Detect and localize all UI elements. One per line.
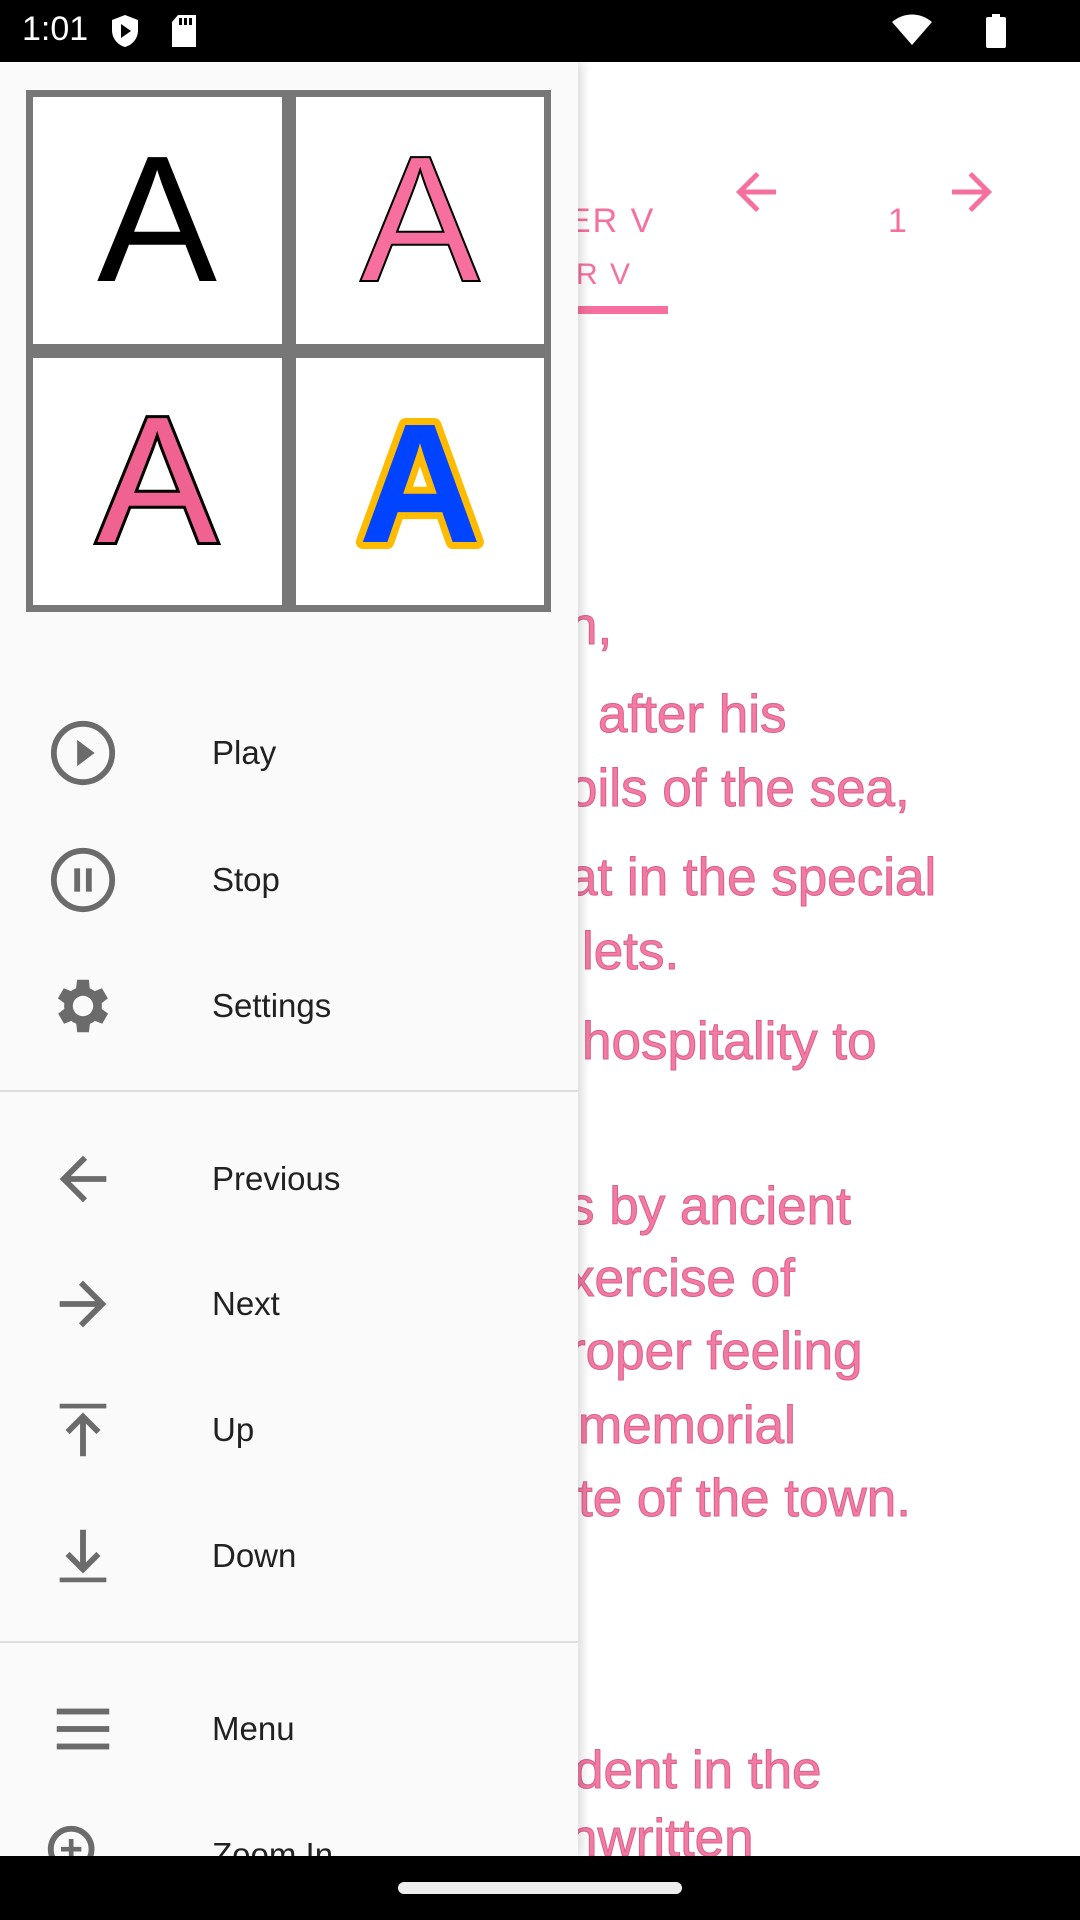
text-line: s by ancient <box>568 1177 851 1237</box>
sd-card-icon <box>172 15 196 47</box>
previous-page-button[interactable] <box>726 162 786 222</box>
pause-circle-icon <box>50 847 116 913</box>
menu-item-label: Down <box>212 1537 297 1574</box>
status-bar: 1:01 <box>0 0 1080 62</box>
play-circle-icon <box>50 720 116 786</box>
menu-icon <box>56 1708 110 1750</box>
logo-letter-blue-yellow: A <box>351 392 488 572</box>
logo-letter-pink-outline: A <box>359 131 481 311</box>
text-line: n, <box>568 597 613 657</box>
svg-text:A: A <box>97 131 217 311</box>
text-line: lets. <box>582 922 680 982</box>
menu-item-label: Next <box>212 1285 280 1322</box>
menu-item-stop[interactable]: Stop <box>0 820 578 940</box>
menu-item-label: Settings <box>212 987 332 1024</box>
next-page-button[interactable] <box>942 162 1002 222</box>
system-navigation-bar <box>0 1856 1080 1920</box>
text-line: at in the special <box>568 848 937 908</box>
menu-item-label: Previous <box>212 1160 341 1197</box>
svg-text:A: A <box>97 392 217 572</box>
menu-item-label: Up <box>212 1411 255 1448</box>
logo-letter-black: A <box>97 131 217 311</box>
divider <box>0 1641 578 1643</box>
menu-item-label: Stop <box>212 861 280 898</box>
text-line: dent in the <box>574 1741 822 1801</box>
menu-item-zoom-in[interactable]: Zoom In <box>0 1795 578 1856</box>
svg-text:A: A <box>358 392 481 572</box>
arrow-up-to-top-icon <box>59 1403 107 1457</box>
menu-item-down[interactable]: Down <box>0 1496 578 1616</box>
navigation-drawer: A A A A Play Stop Settings Previous Next… <box>0 62 578 1856</box>
text-line: roper feeling <box>568 1322 863 1382</box>
text-line: te of the town. <box>578 1469 911 1529</box>
gear-icon <box>57 979 109 1033</box>
app-logo: A A A A <box>26 90 551 612</box>
divider <box>0 1090 578 1092</box>
arrow-down-to-bottom-icon <box>59 1529 107 1583</box>
home-gesture-handle[interactable] <box>398 1882 682 1894</box>
menu-item-label: Menu <box>212 1710 295 1747</box>
text-line: oils of the sea, <box>568 759 910 819</box>
wifi-icon <box>892 14 932 45</box>
text-line: after his <box>598 685 787 745</box>
arrow-left-icon <box>59 1155 107 1203</box>
menu-item-settings[interactable]: Settings <box>0 946 578 1066</box>
menu-item-menu[interactable]: Menu <box>0 1669 578 1789</box>
menu-item-play[interactable]: Play <box>0 693 578 813</box>
text-line: memorial <box>578 1396 796 1456</box>
svg-text:A: A <box>360 131 480 311</box>
play-protect-icon <box>112 15 138 47</box>
battery-icon <box>986 14 1006 48</box>
tab-chapter[interactable]: ER V <box>568 202 655 241</box>
menu-item-up[interactable]: Up <box>0 1370 578 1490</box>
clock: 1:01 <box>22 10 89 48</box>
zoom-in-icon <box>47 1825 95 1856</box>
logo-letter-pink-bold-outline: A <box>94 392 220 572</box>
tab-page-number[interactable]: 1 <box>888 202 909 241</box>
text-line: hospitality to <box>582 1012 877 1072</box>
arrow-right-icon <box>59 1280 107 1328</box>
tab-chapter-subtitle[interactable]: R V <box>576 258 632 292</box>
menu-item-next[interactable]: Next <box>0 1244 578 1364</box>
menu-item-label: Zoom In <box>212 1836 334 1856</box>
text-line: xercise of <box>568 1249 795 1309</box>
menu-item-label: Play <box>212 734 277 771</box>
menu-item-previous[interactable]: Previous <box>0 1119 578 1239</box>
